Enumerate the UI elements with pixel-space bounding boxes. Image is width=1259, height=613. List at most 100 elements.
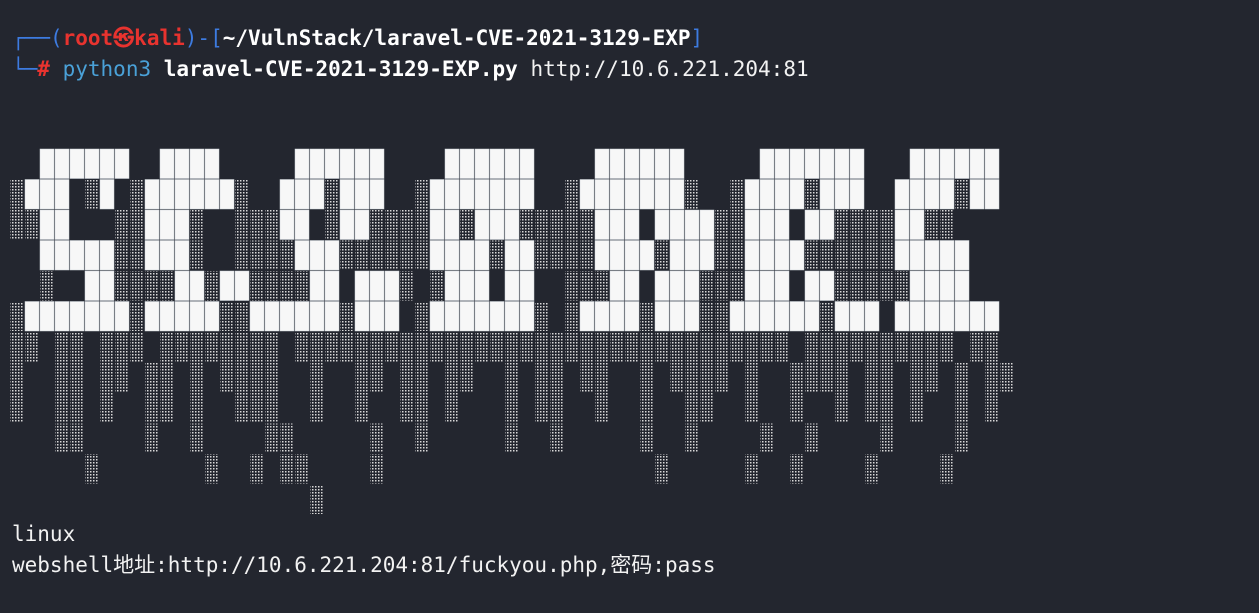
banner-cell: [294, 301, 310, 332]
banner-cell: [400, 393, 414, 423]
banner-cell: [39, 148, 55, 179]
banner-cell: [280, 423, 294, 453]
banner-cell: [715, 271, 729, 301]
banner-cell: [594, 240, 610, 271]
banner-cell: [669, 240, 685, 271]
banner-cell: [115, 332, 129, 362]
banner-cell: [639, 179, 655, 210]
banner-cell: [115, 210, 129, 240]
banner-cell: [865, 240, 879, 270]
banner-cell: [519, 240, 535, 271]
banner-cell: [580, 332, 594, 362]
banner-cell: [250, 271, 264, 301]
banner-cell: [429, 301, 445, 332]
banner-cell: [310, 484, 324, 514]
banner-cell: [159, 179, 175, 210]
banner-cell: [790, 454, 804, 484]
banner-cell: [895, 271, 909, 301]
banner-cell: [759, 240, 775, 271]
banner-cell: [10, 362, 24, 392]
banner-cell: [939, 301, 955, 332]
banner-cell: [520, 332, 534, 362]
banner-cell: [639, 240, 655, 271]
banner-cell: [774, 240, 790, 271]
banner-cell: [880, 240, 894, 270]
banner-cell: [339, 209, 355, 240]
banner-cell: [250, 210, 264, 240]
banner-cell: [699, 209, 715, 240]
banner-cell: [10, 393, 24, 423]
banner-cell: [594, 301, 610, 332]
banner-cell: [519, 301, 535, 332]
banner-cell: [159, 240, 175, 271]
banner-cell: [774, 301, 790, 332]
banner-cell: [504, 148, 520, 179]
banner-cell: [204, 148, 220, 179]
banner-cell: [700, 301, 714, 331]
banner-cell: [759, 179, 775, 210]
banner-cell: [894, 179, 910, 210]
banner-cell: [400, 271, 414, 301]
banner-cell: [25, 332, 39, 362]
banner-cell: [174, 301, 190, 332]
banner-cell: [565, 210, 579, 240]
banner-cell: [325, 332, 339, 362]
banner-cell: [354, 301, 370, 332]
banner-cell: [174, 270, 190, 301]
banner-cell: [489, 209, 505, 240]
banner-cell: [969, 301, 985, 332]
banner-cell: [550, 240, 564, 270]
banner-cell: [685, 362, 699, 392]
banner-cell: [700, 393, 714, 423]
banner-cell: [114, 148, 130, 179]
banner-cell: [924, 148, 940, 179]
banner-cell: [955, 423, 969, 453]
banner-cell: [610, 332, 624, 362]
banner-cell: [715, 240, 729, 270]
banner-cell: [190, 332, 204, 362]
banner-cell: [684, 209, 700, 240]
banner-cell: [685, 423, 699, 453]
banner-cell: [429, 179, 445, 210]
banner-cell: [99, 179, 115, 210]
banner-cell: [340, 240, 354, 270]
banner-cell: [849, 148, 865, 179]
banner-cell: [459, 148, 475, 179]
banner-cell: [669, 301, 685, 332]
banner-cell: [205, 332, 219, 362]
banner-cell: [340, 301, 354, 331]
banner-cell: [565, 332, 579, 362]
banner-cell: [715, 301, 729, 331]
banner-cell: [984, 148, 1000, 179]
command-argument: http://10.6.221.204:81: [530, 57, 809, 81]
banner-cell: [609, 179, 625, 210]
banner-cell: [654, 148, 670, 179]
banner-cell: [819, 179, 835, 210]
banner-cell: [24, 301, 40, 332]
output-os: linux: [12, 522, 76, 546]
banner-cell: [85, 454, 99, 484]
banner-cell: [309, 148, 325, 179]
banner-cell: [505, 423, 519, 453]
banner-cell: [669, 209, 685, 240]
banner-cell: [114, 301, 130, 332]
banner-cell: [939, 179, 955, 210]
banner-cell: [910, 332, 924, 362]
banner-cell: [24, 179, 40, 210]
banner-cell: [895, 332, 909, 362]
banner-cell: [715, 332, 729, 362]
banner-cell: [459, 301, 475, 332]
banner-cell: [925, 332, 939, 362]
banner-cell: [25, 210, 39, 240]
banner-cell: [55, 393, 69, 423]
banner-cell: [460, 210, 474, 240]
banner-cell: [324, 270, 340, 301]
banner-cell: [415, 362, 429, 392]
banner-cell: [279, 209, 295, 240]
banner-cell: [444, 209, 460, 240]
banner-cell: [609, 240, 625, 271]
banner-cell: [54, 209, 70, 240]
banner-cell: [220, 301, 234, 331]
banner-cell: [400, 240, 414, 270]
banner-cell: [550, 393, 564, 423]
